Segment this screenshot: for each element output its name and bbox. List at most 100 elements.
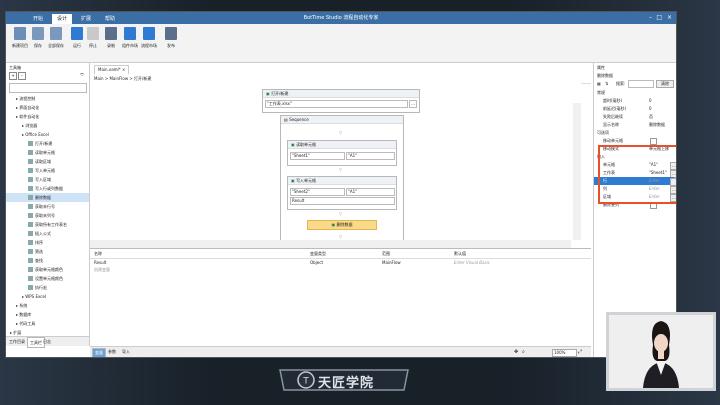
col-type[interactable]: 变量类型 — [310, 251, 326, 257]
toolbox-item[interactable]: 写入单元格 — [6, 166, 89, 175]
save-all-button[interactable]: 全部保存 — [46, 27, 66, 49]
toolbox-item[interactable]: 写入行或列数据 — [6, 184, 89, 193]
toolbox-item[interactable]: 删除数据 — [6, 193, 89, 202]
toolbox-item-label: WPS Excel — [25, 294, 47, 299]
write-sheet-field[interactable]: "Sheet2" — [290, 188, 345, 196]
menu-tab-0[interactable]: 开始 — [28, 14, 48, 24]
property-value[interactable]: 删除数据 — [649, 121, 665, 129]
write-value-field[interactable]: Result — [290, 197, 395, 205]
stop-button[interactable]: 停止 — [83, 27, 103, 49]
toolbox-item[interactable]: 设置单元格颜色 — [6, 274, 89, 283]
toolbox-item[interactable]: ▸ 流程控制 — [6, 94, 89, 103]
minimize-icon[interactable]: – — [649, 12, 652, 24]
property-checkbox[interactable] — [650, 138, 657, 145]
toolbox-item[interactable]: 执行宏 — [6, 283, 89, 292]
read-sheet-field[interactable]: "Sheet1" — [290, 152, 345, 160]
sort-alpha-icon[interactable]: ⇅ — [605, 81, 608, 86]
expand-all-icon[interactable]: + — [9, 72, 17, 80]
menu-tab-3[interactable]: 帮助 — [100, 14, 120, 24]
menu-tab-1[interactable]: 设计 — [52, 14, 73, 24]
toolbox-tab-0[interactable]: 工作目录 — [7, 337, 27, 346]
property-key: 显示名称 — [603, 122, 619, 127]
var-scope-cell[interactable]: MainFlow — [382, 260, 401, 265]
property-search-input[interactable] — [628, 80, 654, 88]
toolbox-item[interactable]: 插入公式 — [6, 229, 89, 238]
save-button[interactable]: 保存 — [28, 27, 48, 49]
menu-tab-2[interactable]: 扩展 — [76, 14, 96, 24]
new-project-button[interactable]: 新建项目 — [10, 27, 30, 49]
filter-icon[interactable]: ⛉ — [79, 72, 85, 78]
col-name[interactable]: 名称 — [94, 251, 102, 257]
create-variable-hint[interactable]: 创建变量 — [94, 267, 110, 273]
toolbox-item[interactable]: 读取区域 — [6, 157, 89, 166]
toolbox-item[interactable]: 筛选 — [6, 247, 89, 256]
browse-button[interactable]: … — [409, 100, 417, 108]
col-default[interactable]: 默认值 — [454, 251, 466, 257]
tab-variables[interactable]: 变量 — [92, 348, 106, 357]
zoom-icon[interactable]: ⌕ — [522, 349, 525, 355]
toolbox-item-label: 读取区域 — [35, 159, 51, 164]
property-group-header[interactable]: 可选项 — [594, 129, 674, 137]
toolbox-item[interactable]: 打开/新建 — [6, 139, 89, 148]
property-value[interactable]: 0 — [649, 105, 652, 113]
zoom-select[interactable]: 100% — [552, 349, 577, 357]
write-cell-field[interactable]: "A1" — [346, 188, 395, 196]
var-default-cell[interactable]: Enter Visual Basic — [454, 260, 490, 265]
close-tab-icon[interactable]: × — [122, 67, 125, 72]
toolbox-item[interactable]: 读取单元格 — [6, 148, 89, 157]
read-cell-activity[interactable]: ▣ 读取单元格 "Sheet1" "A1" — [287, 140, 397, 166]
toolbox-item[interactable]: 写入区域 — [6, 175, 89, 184]
sequence-activity[interactable]: ▤ Sequence ▽ ▣ 读取单元格 "Sheet1" "A1" ▽ ▣ 写… — [280, 115, 404, 257]
toolbox-search-input[interactable] — [9, 83, 87, 93]
collapse-all-icon[interactable]: – — [18, 72, 26, 80]
write-cell-activity[interactable]: ▣ 写入单元格 "Sheet2" "A1" Result — [287, 176, 397, 210]
toolbox-item-label: 系统 — [19, 303, 28, 308]
toolbox-item-label: 获取末列号 — [35, 213, 55, 218]
doc-tab-main[interactable]: Main.xaml* × — [94, 65, 130, 74]
toolbox-item[interactable]: 获取末列号 — [6, 211, 89, 220]
var-type-cell[interactable]: Object — [310, 260, 323, 265]
toolbox-bottom-tabs: 工作目录 工具栏 日志 — [6, 336, 89, 348]
maximize-icon[interactable]: □ — [656, 12, 662, 24]
toolbox-tab-2[interactable]: 日志 — [41, 337, 53, 346]
pan-icon[interactable]: ✥ — [514, 349, 518, 355]
toolbox-item[interactable]: ▸ 系统 — [6, 301, 89, 310]
record-button[interactable]: 录制 — [101, 27, 121, 49]
var-name-cell[interactable]: Result — [94, 260, 106, 265]
publish-button[interactable]: 发布 — [161, 27, 181, 49]
property-value[interactable]: 0 — [649, 97, 652, 105]
property-value[interactable]: 否 — [649, 113, 653, 121]
toolbox-item[interactable]: ▸ WPS Excel — [6, 292, 89, 301]
close-icon[interactable]: × — [667, 12, 672, 24]
tab-imports[interactable]: 导入 — [120, 348, 132, 356]
vertical-scrollbar[interactable] — [573, 103, 581, 240]
horizontal-scrollbar[interactable] — [90, 240, 571, 248]
toolbox-item[interactable]: ▸ 浏览器 — [6, 121, 89, 130]
col-scope[interactable]: 范围 — [382, 251, 390, 257]
tab-arguments[interactable]: 参数 — [106, 348, 118, 356]
read-cell-field[interactable]: "A1" — [346, 152, 395, 160]
toolbox-item[interactable]: 排序 — [6, 238, 89, 247]
toolbox-item[interactable]: 获取所有工作表名 — [6, 220, 89, 229]
open-activity[interactable]: ▣ 打开/新建 "工作表.xlsx" … — [262, 89, 420, 113]
component-market-button[interactable]: 组件市场 — [120, 27, 140, 49]
toolbox-item[interactable]: 获取末行号 — [6, 202, 89, 211]
toolbox-item[interactable]: 查找 — [6, 256, 89, 265]
toolbox-item[interactable]: ▸ 界面自动化 — [6, 103, 89, 112]
toolbox-item[interactable]: ▸ 数据库 — [6, 310, 89, 319]
toolbox-item-label: 查找 — [35, 258, 43, 263]
fit-icon[interactable]: ⤢ — [578, 349, 582, 355]
designer-canvas[interactable]: ▣ 打开/新建 "工作表.xlsx" … ▤ Sequence ▽ ▣ 读取单元… — [90, 83, 581, 257]
toolbox-item[interactable]: ▸ 软件自动化 — [6, 112, 89, 121]
sort-category-icon[interactable]: ▦ — [597, 81, 601, 86]
toolbox-item[interactable]: ▸ 代码工具 — [6, 319, 89, 328]
delete-data-activity[interactable]: ▣ 删除数据 — [307, 220, 377, 230]
clear-button[interactable]: 清除 — [656, 80, 674, 88]
file-path-field[interactable]: "工作表.xlsx" — [265, 100, 408, 108]
activity-icon — [28, 276, 33, 281]
property-row: 显示名称 删除数据 — [594, 121, 674, 129]
toolbox-item[interactable]: 获取单元格颜色 — [6, 265, 89, 274]
property-group-header[interactable]: 常规 — [594, 89, 674, 97]
toolbox-item[interactable]: ▸ Office Excel — [6, 130, 89, 139]
flow-market-button[interactable]: 流程市场 — [139, 27, 159, 49]
